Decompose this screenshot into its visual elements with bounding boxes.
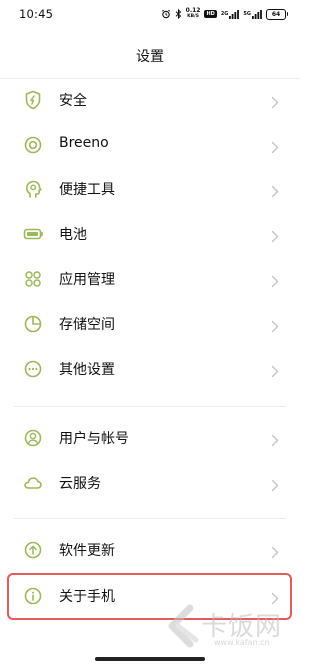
chevron-right-icon: [271, 363, 279, 378]
menu-item-label: 云服务: [59, 476, 101, 492]
menu-item-battery[interactable]: 电池: [0, 212, 300, 256]
alarm-icon: [161, 9, 171, 19]
status-time: 10:45: [19, 7, 54, 21]
settings-screen: 10:45 0.12 KB/S HD 2G 5G 64 设置 安全 Breeno…: [0, 0, 300, 667]
menu-item-convenience-tools[interactable]: 便捷工具: [0, 167, 300, 211]
menu-item-storage[interactable]: 存储空间: [0, 302, 300, 346]
network-speed-unit: KB/S: [187, 14, 199, 19]
apps-grid-icon: [22, 268, 44, 290]
menu-item-other-settings[interactable]: 其他设置: [0, 347, 300, 391]
menu-item-label: 软件更新: [59, 543, 115, 559]
chevron-right-icon: [271, 139, 279, 154]
menu-item-label: 应用管理: [59, 272, 115, 288]
head-gear-icon: [22, 178, 44, 200]
status-icons: 0.12 KB/S HD 2G 5G 64: [161, 6, 288, 22]
menu-item-label: 安全: [59, 93, 87, 109]
signal-2-icon: 5G: [243, 9, 262, 19]
menu-item-breeno[interactable]: Breeno: [0, 123, 300, 167]
group-divider: [14, 518, 286, 519]
menu-item-label: 其他设置: [59, 362, 115, 378]
upload-arrow-icon: [22, 539, 44, 561]
chevron-right-icon: [271, 183, 279, 198]
menu-item-app-management[interactable]: 应用管理: [0, 257, 300, 301]
home-indicator[interactable]: [95, 657, 205, 661]
signal-1-label: 2G: [220, 10, 229, 17]
menu-item-security[interactable]: 安全: [0, 78, 300, 122]
menu-item-users-accounts[interactable]: 用户与帐号: [0, 416, 300, 460]
shield-bolt-icon: [22, 89, 44, 111]
chevron-right-icon: [271, 432, 279, 447]
chevron-right-icon: [271, 228, 279, 243]
menu-item-software-update[interactable]: 软件更新: [0, 528, 300, 572]
battery-indicator: 64: [266, 8, 288, 20]
chevron-right-icon: [271, 318, 279, 333]
chevron-right-icon: [271, 94, 279, 109]
chevron-right-icon: [271, 544, 279, 559]
menu-item-label: 用户与帐号: [59, 431, 129, 447]
page-title: 设置: [136, 49, 164, 65]
watermark: 卡饭网 www.kafan.cn: [158, 604, 298, 650]
menu-item-cloud-service[interactable]: 云服务: [0, 461, 300, 505]
group-divider: [14, 406, 286, 407]
menu-item-label: Breeno: [59, 135, 109, 151]
user-account-icon: [22, 427, 44, 449]
menu-item-label: 便捷工具: [59, 182, 115, 198]
more-dots-icon: [22, 358, 44, 380]
status-bar: 10:45 0.12 KB/S HD 2G 5G 64: [0, 0, 300, 28]
pie-chart-icon: [22, 313, 44, 335]
chevron-right-icon: [271, 477, 279, 492]
menu-item-label: 存储空间: [59, 317, 115, 333]
battery-icon: [22, 223, 44, 245]
network-speed: 0.12 KB/S: [186, 8, 201, 20]
signal-2-label: 5G: [243, 10, 251, 17]
cloud-icon: [22, 472, 44, 494]
bluetooth-icon: [175, 9, 182, 19]
watermark-logo-icon: [158, 604, 202, 650]
breeno-circle-icon: [22, 134, 44, 156]
menu-item-label: 电池: [59, 227, 87, 243]
watermark-url: www.kafan.cn: [214, 638, 270, 647]
signal-1-icon: 2G: [220, 9, 240, 19]
chevron-right-icon: [271, 273, 279, 288]
hd-badge: HD: [204, 10, 217, 18]
